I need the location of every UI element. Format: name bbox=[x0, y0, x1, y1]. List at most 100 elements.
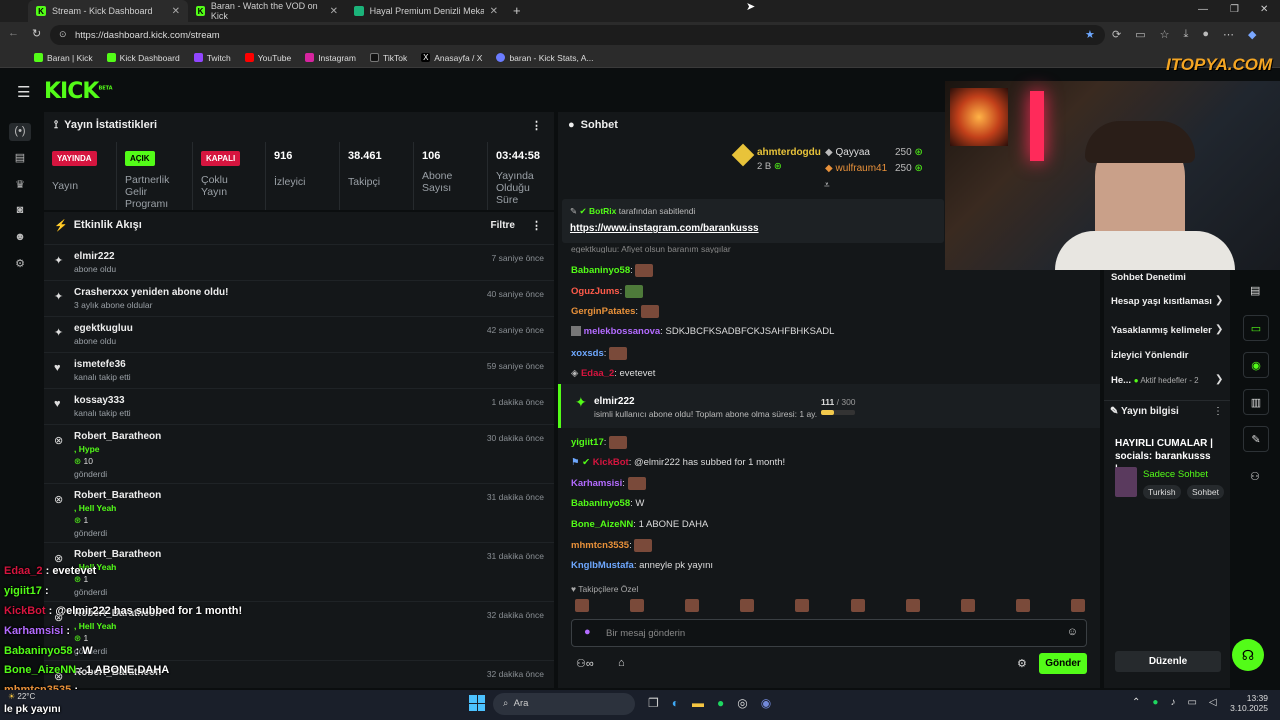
more-icon[interactable]: ⋯ bbox=[1223, 28, 1234, 41]
split-icon[interactable]: ▭ bbox=[1135, 28, 1145, 41]
gifter-row[interactable]: ◆ wulfraum41 bbox=[825, 163, 887, 174]
tray-app-icon[interactable]: ● bbox=[1152, 697, 1158, 708]
expand-gifters-icon[interactable]: ⩡ bbox=[824, 180, 830, 191]
chat-username[interactable]: KickBot bbox=[593, 457, 629, 468]
mod-menu-item[interactable]: Yasaklanmış kelimeler bbox=[1111, 325, 1212, 336]
new-tab-icon[interactable]: + bbox=[513, 3, 521, 18]
bookmark[interactable]: YouTube bbox=[244, 53, 291, 63]
back-icon[interactable]: ← bbox=[8, 27, 19, 39]
edge-icon[interactable]: ◐ bbox=[672, 696, 679, 710]
activity-item[interactable]: ✦ Crasherxxx yeniden abone oldu! 3 aylık a… bbox=[44, 280, 554, 316]
clock[interactable]: 13:39 3.10.2025 bbox=[1228, 693, 1268, 713]
tab-stream-dashboard[interactable]: K Stream - Kick Dashboard ✕ bbox=[28, 0, 188, 22]
tag-pill[interactable]: Sohbet bbox=[1187, 485, 1224, 499]
more-options-icon[interactable]: ⋮ bbox=[531, 119, 542, 132]
downloads-icon[interactable]: ⤓ bbox=[1184, 28, 1189, 41]
pinned-message[interactable]: ✎ ✔ BotRix tarafından sabitlendi https:/… bbox=[562, 199, 944, 243]
chat-toggle-icon[interactable]: ▭ bbox=[1243, 315, 1269, 341]
notes-icon[interactable]: ▤ bbox=[1250, 284, 1260, 297]
refresh-icon[interactable]: ↻ bbox=[32, 27, 41, 40]
taskbar-search[interactable]: ⌕ Ara bbox=[493, 693, 635, 715]
more-options-icon[interactable]: ⋮ bbox=[531, 219, 542, 232]
chat-username[interactable]: Bone_AizeNN bbox=[571, 519, 633, 530]
network-icon[interactable]: ▭ bbox=[1187, 697, 1196, 708]
bookmark[interactable]: Instagram bbox=[305, 53, 356, 63]
bookmark[interactable]: baran - Kick Stats, A... bbox=[496, 53, 594, 63]
activity-item[interactable]: ⊗ Robert_Baratheon, Hell Yeah ⊛ 1 gönderdi 3… bbox=[44, 542, 554, 600]
mod-menu-item[interactable]: İzleyici Yönlendir bbox=[1111, 350, 1188, 361]
category-name[interactable]: Sadece Sohbet bbox=[1143, 469, 1208, 480]
users-icon[interactable]: ☻ bbox=[12, 231, 28, 247]
bookmark[interactable]: TikTok bbox=[369, 53, 407, 63]
activity-item[interactable]: ♥ ismetefe36 kanalı takip etti 59 saniye ön… bbox=[44, 352, 554, 388]
bookmark[interactable]: Twitch bbox=[193, 53, 231, 63]
chat-username[interactable]: melekbossanova bbox=[584, 326, 661, 337]
points-icon[interactable]: ⚇ bbox=[1250, 470, 1260, 483]
filter-button[interactable]: Filtre bbox=[491, 220, 515, 231]
camera-icon[interactable]: ◙ bbox=[12, 204, 28, 220]
maximize-icon[interactable]: ❐ bbox=[1230, 4, 1239, 15]
mod-menu-item[interactable]: He... ● Aktif hedefler - 2 bbox=[1111, 375, 1199, 386]
chat-settings-icon[interactable]: ⚙ bbox=[1017, 657, 1027, 670]
close-tab-icon[interactable]: ✕ bbox=[490, 6, 498, 17]
chat-username[interactable]: OguzJums bbox=[571, 286, 620, 297]
chat-username[interactable]: Babaninyo58 bbox=[571, 498, 630, 509]
emote-icon[interactable] bbox=[1015, 599, 1030, 612]
close-tab-icon[interactable]: ✕ bbox=[172, 6, 180, 17]
bookmark[interactable]: Kick Dashboard bbox=[106, 53, 180, 63]
activity-item[interactable]: ✦ egektkugluu abone oldu 42 saniye önce bbox=[44, 316, 554, 352]
file-explorer-icon[interactable]: ▬ bbox=[692, 696, 704, 710]
emote-icon[interactable] bbox=[740, 599, 755, 612]
chat-username[interactable]: GerginPatates bbox=[571, 306, 635, 317]
store-icon[interactable]: ⌂ bbox=[618, 657, 625, 669]
edit-button[interactable]: Düzenle bbox=[1115, 651, 1221, 672]
volume-icon[interactable]: ◁ bbox=[1209, 697, 1217, 708]
menu-icon[interactable]: ☰ bbox=[17, 83, 30, 101]
trophy-icon[interactable]: ♛ bbox=[12, 178, 28, 194]
chat-username[interactable]: xoxsds bbox=[571, 348, 604, 359]
emote-icon[interactable] bbox=[1070, 599, 1085, 612]
emote-icon[interactable] bbox=[575, 599, 589, 612]
chat-username[interactable]: mhmtcn3535 bbox=[571, 540, 629, 551]
emote-icon[interactable] bbox=[905, 599, 920, 612]
broadcast-toggle-icon[interactable]: ◉ bbox=[1243, 352, 1269, 378]
broadcast-icon[interactable]: (•) bbox=[9, 123, 31, 141]
tab-vod[interactable]: K Baran - Watch the VOD on Kick ✕ bbox=[188, 0, 346, 22]
chat-input[interactable]: ● Bir mesaj gönderin ☺ bbox=[571, 619, 1087, 647]
chat-username[interactable]: yigiit17 bbox=[571, 437, 604, 448]
minimize-icon[interactable]: — bbox=[1198, 4, 1208, 15]
tag-pill[interactable]: Turkish bbox=[1143, 485, 1181, 499]
favorites-icon[interactable]: ☆ bbox=[1160, 28, 1170, 41]
emote-icon[interactable] bbox=[795, 599, 810, 612]
help-headset-icon[interactable]: ☊ bbox=[1232, 639, 1264, 671]
chat-username[interactable]: Babaninyo58 bbox=[571, 265, 630, 276]
bookmark[interactable]: X Anasayfa / X bbox=[421, 53, 482, 63]
emote-icon[interactable] bbox=[960, 599, 975, 612]
obs-icon[interactable]: ◎ bbox=[737, 696, 747, 710]
close-window-icon[interactable]: ✕ bbox=[1260, 4, 1268, 15]
extensions-icon[interactable]: ⟳ bbox=[1112, 28, 1121, 41]
weather-widget[interactable]: ☀ 22°C bbox=[8, 692, 35, 701]
bookmark[interactable]: Baran | Kick bbox=[34, 53, 93, 63]
activity-item[interactable]: ✦ elmir222 abone oldu 7 saniye önce bbox=[44, 244, 554, 280]
copilot-icon[interactable]: ◆ bbox=[1248, 28, 1256, 41]
emote-icon[interactable] bbox=[630, 599, 645, 612]
mod-menu-item[interactable]: Hesap yaşı kısıtlaması bbox=[1111, 296, 1212, 307]
emoji-icon[interactable]: ☺ bbox=[1067, 626, 1078, 638]
channel-points-icon[interactable]: ⚇∞ bbox=[576, 657, 594, 670]
chat-username[interactable]: KnglbMustafa bbox=[571, 560, 634, 571]
microphone-icon[interactable]: ♪ bbox=[1170, 697, 1175, 708]
emote-icon[interactable] bbox=[850, 599, 865, 612]
windows-start-icon[interactable] bbox=[469, 695, 485, 711]
analytics-icon[interactable]: ▤ bbox=[12, 151, 28, 167]
url-input[interactable]: ⊙ https://dashboard.kick.com/stream ★ bbox=[50, 25, 1105, 45]
chat-username[interactable]: Edaa_2 bbox=[581, 368, 614, 379]
spotify-icon[interactable]: ● bbox=[717, 696, 724, 710]
gifter-row[interactable]: ◆ Qayyaa bbox=[825, 147, 870, 158]
emote-icon[interactable] bbox=[685, 599, 700, 612]
tray-chevron-icon[interactable]: ⌃ bbox=[1132, 697, 1140, 708]
sub-username[interactable]: elmir222 bbox=[594, 396, 635, 407]
tools-toggle-icon[interactable]: ✎ bbox=[1243, 426, 1269, 452]
mic-icon[interactable]: ● bbox=[584, 626, 591, 638]
gifter-name[interactable]: ahmterdogdu bbox=[757, 147, 821, 158]
